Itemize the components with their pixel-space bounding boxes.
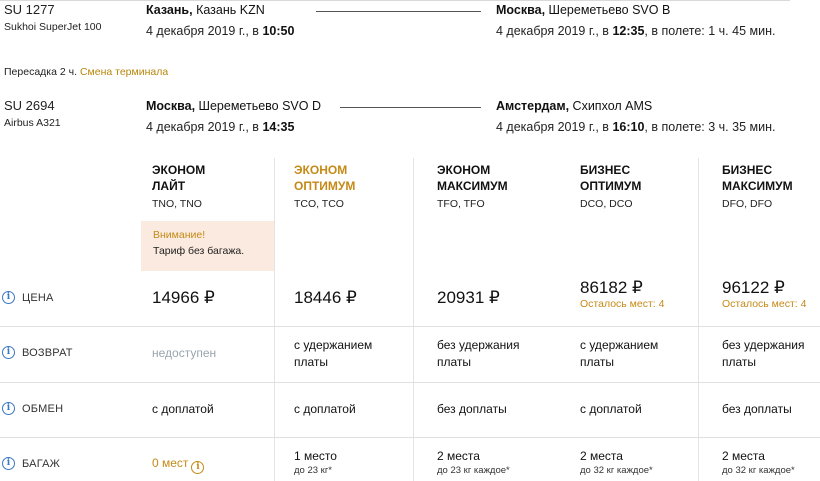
column-divider [413, 158, 414, 481]
row-divider [0, 437, 820, 438]
fare-code: TFO, TFO [437, 198, 485, 210]
transfer-info: Пересадка 2 ч. Смена терминала [4, 66, 169, 78]
fare-header-business-optimum[interactable]: БИЗНЕС ОПТИМУМ [580, 162, 641, 194]
fare-price: 20931 ₽ [437, 288, 500, 307]
baggage-limit: до 32 кг каждое* [722, 465, 795, 476]
info-circle-icon[interactable]: i [191, 461, 205, 474]
route-line [340, 107, 481, 108]
fare-header-economy-optimum[interactable]: ЭКОНОМ ОПТИМУМ [294, 162, 355, 194]
exchange-value: с доплатой [152, 402, 214, 416]
seats-left: Осталось мест: 4 [722, 298, 807, 310]
departure-datetime: 4 декабря 2019 г., в 14:35 [146, 120, 295, 134]
top-divider [0, 0, 790, 1]
fare-header-economy-maximum[interactable]: ЭКОНОМ МАКСИМУМ [437, 162, 508, 194]
arrival-city: Амстердам, Схипхол AMS [496, 99, 653, 113]
fare-code: TCO, TCO [294, 198, 344, 210]
refund-value: без удержания платы [722, 338, 805, 369]
row-label-price: ЦЕНА [22, 292, 54, 304]
fare-price: 86182 ₽ [580, 278, 643, 297]
no-baggage-notice: Внимание! Тариф без багажа. [141, 221, 274, 271]
info-circle-icon[interactable]: i [2, 346, 15, 359]
row-divider [0, 326, 820, 327]
refund-value: с удержанием платы [580, 338, 659, 369]
info-circle-icon[interactable]: i [2, 291, 15, 304]
refund-value: недоступен [152, 346, 217, 360]
refund-value: без удержания платы [437, 338, 520, 369]
exchange-value: без доплаты [437, 402, 507, 416]
notice-title: Внимание! [153, 229, 206, 241]
seats-left: Осталось мест: 4 [580, 298, 665, 310]
arrival-datetime: 4 декабря 2019 г., в 16:10, в полете: 3 … [496, 120, 776, 134]
notice-text: Тариф без багажа. [153, 245, 245, 257]
fare-price: 14966 ₽ [152, 288, 215, 307]
row-divider [0, 382, 820, 383]
flight-number: SU 2694 [4, 98, 55, 113]
column-divider [274, 158, 275, 481]
fare-code: TNO, TNO [152, 198, 202, 210]
fare-code: DFO, DFO [722, 198, 773, 210]
exchange-value: без доплаты [722, 402, 792, 416]
fare-price: 96122 ₽ [722, 278, 785, 297]
info-circle-icon[interactable]: i [2, 457, 15, 470]
row-label-baggage: БАГАЖ [22, 458, 61, 470]
baggage-value: 2 места [580, 449, 623, 463]
aircraft-type: Airbus A321 [4, 117, 61, 129]
baggage-limit: до 32 кг каждое* [580, 465, 653, 476]
row-label-refund: ВОЗВРАТ [22, 347, 73, 359]
baggage-limit: до 23 кг* [294, 465, 332, 476]
fare-code: DCO, DCO [580, 198, 633, 210]
arrival-datetime: 4 декабря 2019 г., в 12:35, в полете: 1 … [496, 24, 776, 38]
flight-number: SU 1277 [4, 2, 55, 17]
aircraft-type: Sukhoi SuperJet 100 [4, 21, 102, 33]
terminal-change-warning: Смена терминала [79, 66, 169, 78]
column-divider [698, 158, 699, 481]
fare-header-economy-lite[interactable]: ЭКОНОМ ЛАЙТ [152, 162, 205, 194]
baggage-value: 2 места [437, 449, 480, 463]
departure-city: Москва, Шереметьево SVO D [146, 99, 321, 113]
exchange-value: с доплатой [294, 402, 356, 416]
baggage-value: 2 места [722, 449, 765, 463]
baggage-limit: до 23 кг каждое* [437, 465, 510, 476]
row-label-exchange: ОБМЕН [22, 403, 64, 415]
route-line [316, 11, 481, 12]
arrival-city: Москва, Шереметьево SVO B [496, 3, 671, 17]
departure-datetime: 4 декабря 2019 г., в 10:50 [146, 24, 295, 38]
baggage-value: 1 место [294, 449, 337, 463]
baggage-value: 0 мест i [152, 456, 205, 474]
fare-header-business-maximum[interactable]: БИЗНЕС МАКСИМУМ [722, 162, 793, 194]
fare-price: 18446 ₽ [294, 288, 357, 307]
info-circle-icon[interactable]: i [2, 402, 15, 415]
exchange-value: с доплатой [580, 402, 642, 416]
departure-city: Казань, Казань KZN [146, 3, 265, 17]
refund-value: с удержанием платы [294, 338, 373, 369]
